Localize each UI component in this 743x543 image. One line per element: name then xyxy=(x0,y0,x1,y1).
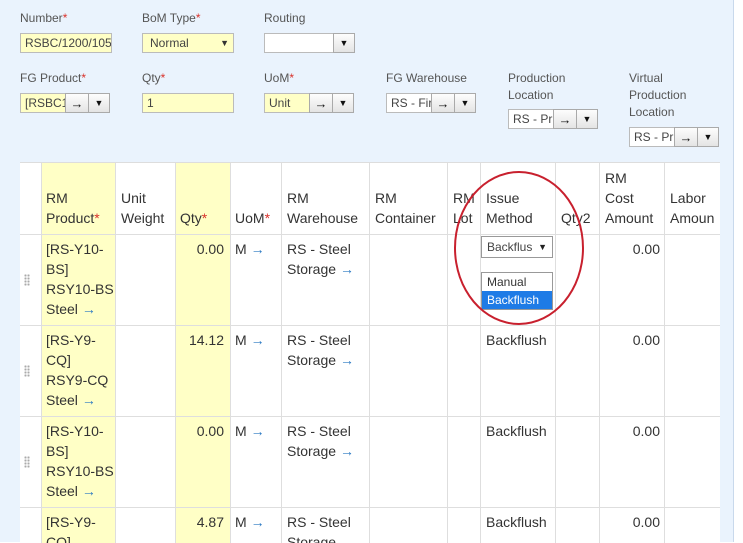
arrow-right-icon: → xyxy=(314,95,328,111)
row1-rm-cost: 0.00 xyxy=(632,241,660,257)
arrow-right-icon[interactable]: → xyxy=(251,423,265,439)
virtual-production-location-label: Virtual Production Location xyxy=(629,71,687,119)
row3-rm-cost: 0.00 xyxy=(632,423,660,439)
arrow-right-icon: → xyxy=(436,95,450,111)
arrow-right-icon[interactable]: → xyxy=(251,332,265,348)
row3-rm-warehouse: RS - Steel Storage → xyxy=(287,423,354,459)
uom-input[interactable]: Unit xyxy=(264,93,310,113)
arrow-right-icon: → xyxy=(70,95,84,111)
row1-rm-warehouse: RS - Steel Storage → xyxy=(287,241,354,277)
row3-qty[interactable]: 0.00 xyxy=(175,421,224,441)
chevron-down-icon: ▼ xyxy=(339,38,349,48)
chevron-down-icon: ▼ xyxy=(460,98,470,108)
row4-issue-method[interactable]: Backflush xyxy=(486,512,547,532)
chevron-down-icon: ▼ xyxy=(338,98,348,108)
drag-handle-icon[interactable] xyxy=(24,456,30,468)
bom-type-label: BoM Type* xyxy=(142,11,201,25)
header-qty[interactable]: Qty* xyxy=(180,208,207,228)
number-input[interactable]: RSBC/1200/105 xyxy=(20,33,112,53)
row2-rm-cost: 0.00 xyxy=(632,332,660,348)
fg-product-dropdown-button[interactable]: ▼ xyxy=(88,93,110,113)
row2-rm-product: [RS-Y9- CQ] RSY9-CQ Steel → xyxy=(46,332,109,408)
chevron-down-icon: ▼ xyxy=(538,242,547,252)
header-rm-cost-amount[interactable]: RM Cost Amount xyxy=(605,168,653,228)
arrow-right-icon[interactable]: → xyxy=(82,483,96,499)
number-label: Number* xyxy=(20,11,68,25)
arrow-right-icon[interactable]: → xyxy=(340,443,354,459)
production-location-dropdown-button[interactable]: ▼ xyxy=(576,109,598,129)
routing-dropdown-button[interactable]: ▼ xyxy=(333,33,355,53)
uom-open-button[interactable]: → xyxy=(309,93,333,113)
drag-handle-icon[interactable] xyxy=(24,274,30,286)
qty-label: Qty* xyxy=(142,71,166,85)
issue-method-option-manual[interactable]: Manual xyxy=(482,273,552,291)
row4-uom: M → xyxy=(235,514,265,530)
drag-handle-icon[interactable] xyxy=(24,365,30,377)
issue-method-dropdown: Manual Backflush xyxy=(481,272,553,310)
chevron-down-icon: ▼ xyxy=(703,132,713,142)
uom-dropdown-button[interactable]: ▼ xyxy=(332,93,354,113)
qty-input[interactable]: 1 xyxy=(142,93,234,113)
arrow-right-icon: → xyxy=(558,111,572,127)
arrow-right-icon[interactable]: → xyxy=(251,241,265,257)
fg-warehouse-dropdown-button[interactable]: ▼ xyxy=(454,93,476,113)
chevron-down-icon: ▼ xyxy=(582,114,592,124)
row2-rm-warehouse: RS - Steel Storage → xyxy=(287,332,354,368)
arrow-right-icon: → xyxy=(679,129,693,145)
header-rm-warehouse[interactable]: RM Warehouse xyxy=(287,188,358,228)
arrow-right-icon[interactable]: → xyxy=(340,261,354,277)
header-labor-amount[interactable]: Labor Amoun xyxy=(670,188,714,228)
arrow-right-icon[interactable]: → xyxy=(340,352,354,368)
row4-rm-cost: 0.00 xyxy=(632,514,660,530)
header-rm-lot[interactable]: RM Lot xyxy=(453,188,475,228)
routing-input[interactable] xyxy=(264,33,334,53)
uom-label: UoM* xyxy=(264,71,295,85)
fg-product-label: FG Product* xyxy=(20,71,87,85)
header-rm-container[interactable]: RM Container xyxy=(375,188,436,228)
bom-type-select[interactable]: Normal ▼ xyxy=(142,33,234,53)
row4-rm-product: [RS-Y9- CQ] xyxy=(46,514,96,543)
virtual-production-location-dropdown-button[interactable]: ▼ xyxy=(697,127,719,147)
rm-lines-grid: RM Product* Unit Weight Qty* UoM* RM Wareho… xyxy=(20,162,720,543)
row1-uom: M → xyxy=(235,241,265,257)
arrow-right-icon[interactable]: → xyxy=(82,392,96,408)
row1-issue-method-select[interactable]: Backflus ▼ xyxy=(481,236,553,258)
arrow-right-icon[interactable]: → xyxy=(82,301,96,317)
row3-issue-method[interactable]: Backflush xyxy=(486,421,547,441)
row2-qty[interactable]: 14.12 xyxy=(175,330,224,350)
bom-form-panel: Number* RSBC/1200/105 BoM Type* Normal ▼ … xyxy=(0,0,734,543)
production-location-input[interactable]: RS - Pr xyxy=(508,109,554,129)
header-rm-product[interactable]: RM Product* xyxy=(46,188,100,228)
routing-label: Routing xyxy=(264,11,306,25)
row2-uom: M → xyxy=(235,332,265,348)
header-issue-method[interactable]: Issue Method xyxy=(486,188,533,228)
fg-warehouse-open-button[interactable]: → xyxy=(431,93,455,113)
row2-issue-method[interactable]: Backflush xyxy=(486,330,547,350)
row1-rm-product: [RS-Y10- BS] RSY10-BS Steel → xyxy=(46,241,114,317)
row1-qty[interactable]: 0.00 xyxy=(175,239,224,259)
row3-rm-product: [RS-Y10- BS] RSY10-BS Steel → xyxy=(46,423,114,499)
production-location-open-button[interactable]: → xyxy=(553,109,577,129)
arrow-right-icon[interactable]: → xyxy=(251,514,265,530)
production-location-label: Production Location xyxy=(508,71,566,102)
virtual-production-location-open-button[interactable]: → xyxy=(674,127,698,147)
fg-product-input[interactable]: [RSBC1 xyxy=(20,93,66,113)
row3-uom: M → xyxy=(235,423,265,439)
chevron-down-icon: ▼ xyxy=(94,98,104,108)
header-qty2[interactable]: Qty2 xyxy=(561,208,591,228)
header-unit-weight[interactable]: Unit Weight xyxy=(121,188,164,228)
chevron-down-icon: ▼ xyxy=(220,38,229,48)
fg-warehouse-label: FG Warehouse xyxy=(386,71,467,85)
header-uom[interactable]: UoM* xyxy=(235,208,270,228)
row4-rm-warehouse: RS - Steel Storage xyxy=(287,514,351,543)
fg-product-open-button[interactable]: → xyxy=(65,93,89,113)
fg-warehouse-input[interactable]: RS - Fir xyxy=(386,93,432,113)
row4-qty[interactable]: 4.87 xyxy=(175,512,224,532)
issue-method-option-backflush[interactable]: Backflush xyxy=(482,291,552,309)
virtual-production-location-input[interactable]: RS - Pr xyxy=(629,127,675,147)
